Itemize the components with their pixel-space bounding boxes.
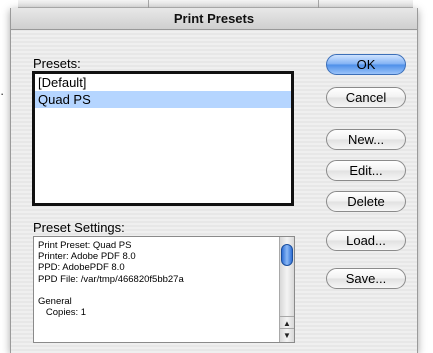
- settings-scrollbar[interactable]: ▲ ▼: [279, 237, 294, 342]
- settings-line: PPD File: /var/tmp/466820f5bb27a: [38, 273, 184, 285]
- settings-line: [38, 285, 278, 296]
- new-button[interactable]: New...: [326, 129, 406, 150]
- scroll-thumb[interactable]: [281, 244, 293, 266]
- print-presets-dialog: Print Presets Presets: [Default] Quad PS…: [10, 8, 418, 353]
- preset-settings-text: Print Preset: Quad PS Printer: Adobe PDF…: [38, 240, 278, 318]
- toolbar-divider: [148, 0, 149, 8]
- settings-line: Print Preset: Quad PS: [38, 240, 132, 251]
- presets-list[interactable]: [Default] Quad PS: [32, 71, 294, 206]
- save-button[interactable]: Save...: [326, 268, 406, 289]
- preset-item-default[interactable]: [Default]: [35, 74, 291, 91]
- settings-line: PPD: AdobePDF 8.0: [38, 262, 125, 274]
- preset-settings-box[interactable]: Print Preset: Quad PS Printer: Adobe PDF…: [33, 236, 295, 343]
- dialog-title: Print Presets: [11, 8, 417, 30]
- ok-button[interactable]: OK: [326, 54, 406, 75]
- down-arrow-icon[interactable]: ▼: [280, 328, 294, 341]
- edit-button[interactable]: Edit...: [326, 160, 406, 181]
- toolbar-divider: [318, 0, 319, 8]
- settings-line: Copies: 1: [38, 307, 87, 319]
- preset-settings-label: Preset Settings:: [33, 220, 125, 235]
- settings-line: Printer: Adobe PDF 8.0: [38, 251, 136, 263]
- cancel-button[interactable]: Cancel: [326, 87, 406, 108]
- background-toolbar: [18, 0, 413, 8]
- preset-item-quad-ps[interactable]: Quad PS: [35, 91, 291, 108]
- delete-button[interactable]: Delete: [326, 191, 406, 212]
- load-button[interactable]: Load...: [326, 230, 406, 251]
- presets-label: Presets:: [33, 56, 81, 71]
- settings-line: General: [38, 295, 72, 307]
